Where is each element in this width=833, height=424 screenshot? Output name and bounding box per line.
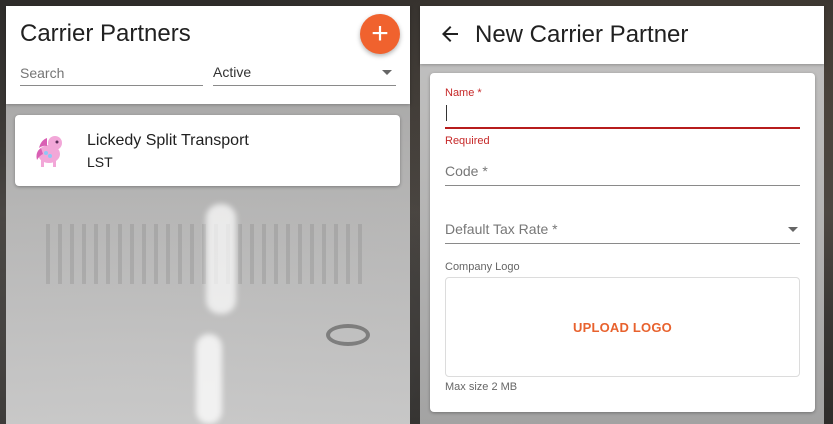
plus-icon: + — [371, 17, 389, 50]
form-title: New Carrier Partner — [475, 21, 689, 48]
left-panel-header: Carrier Partners + Active — [6, 6, 410, 104]
text-cursor — [446, 105, 447, 121]
carrier-name: Lickedy Split Transport — [87, 132, 249, 149]
carrier-form: Name * Required Code * Default Tax Rate … — [430, 73, 815, 412]
status-filter-value: Active — [213, 64, 252, 80]
upload-logo-button[interactable]: UPLOAD LOGO — [445, 277, 800, 377]
chevron-down-icon — [382, 70, 392, 75]
back-button[interactable] — [438, 22, 462, 46]
company-logo-label: Company Logo — [445, 261, 520, 273]
carrier-code: LST — [87, 154, 113, 170]
pink-pony-icon — [33, 130, 69, 170]
background-decoration — [206, 204, 236, 314]
chevron-down-icon — [788, 227, 798, 232]
name-field[interactable] — [445, 103, 800, 129]
arrow-left-icon — [442, 26, 458, 42]
name-field-label: Name * — [445, 87, 482, 99]
code-field[interactable]: Code * — [445, 159, 800, 186]
upload-logo-label: UPLOAD LOGO — [573, 319, 672, 335]
name-input[interactable] — [445, 103, 800, 127]
right-panel-header: New Carrier Partner — [420, 6, 824, 64]
background-decoration — [196, 334, 222, 424]
default-tax-rate-select[interactable]: Default Tax Rate * — [445, 217, 800, 244]
carrier-list-item[interactable]: Lickedy Split Transport LST — [15, 115, 400, 186]
background-decoration — [326, 324, 370, 346]
code-field-placeholder: Code * — [445, 163, 488, 179]
status-filter-select[interactable]: Active — [213, 60, 396, 86]
search-input[interactable] — [20, 60, 203, 85]
page-title: Carrier Partners — [20, 20, 191, 47]
max-size-hint: Max size 2 MB — [445, 381, 518, 393]
add-carrier-button[interactable]: + — [360, 14, 400, 54]
tax-rate-placeholder: Default Tax Rate * — [445, 221, 558, 237]
name-error-message: Required — [445, 135, 490, 147]
search-field[interactable] — [20, 60, 203, 86]
